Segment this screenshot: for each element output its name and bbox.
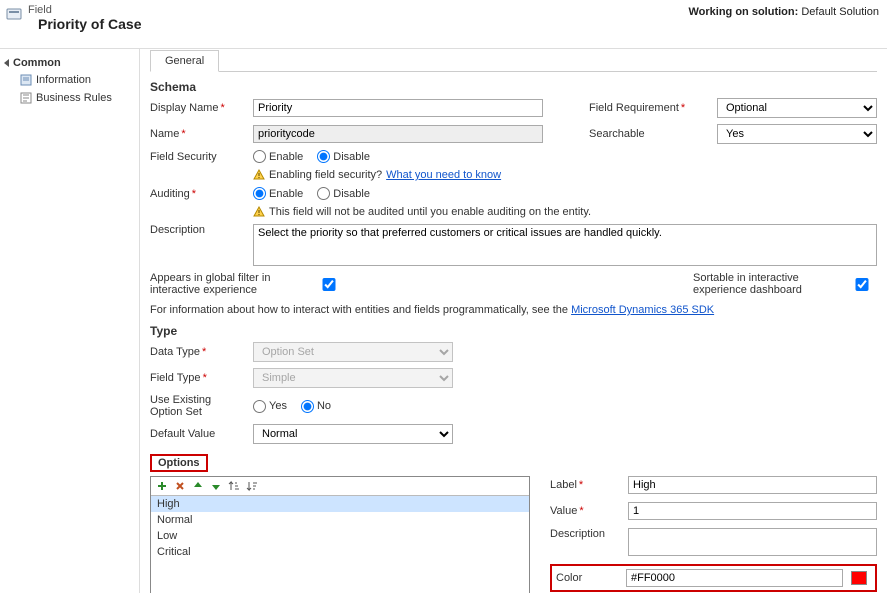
- warning-icon: [253, 169, 265, 181]
- security-warning-text: Enabling field security?: [269, 169, 382, 181]
- solution-indicator: Working on solution: Default Solution: [688, 4, 879, 18]
- section-schema: Schema: [150, 80, 877, 94]
- option-item[interactable]: Low: [151, 528, 529, 544]
- use-existing-no[interactable]: No: [301, 400, 331, 413]
- sort-asc-icon[interactable]: [228, 480, 240, 492]
- sidebar-item-business-rules[interactable]: Business Rules: [4, 89, 135, 107]
- page-header: Field Priority of Case Working on soluti…: [0, 0, 887, 48]
- add-icon[interactable]: [156, 480, 168, 492]
- move-up-icon[interactable]: [192, 480, 204, 492]
- section-options: Options: [150, 454, 208, 472]
- sort-desc-icon[interactable]: [246, 480, 258, 492]
- field-security-label: Field Security: [150, 151, 245, 163]
- main-content: General Schema Display Name Field Requir…: [140, 49, 887, 593]
- option-color-input[interactable]: [626, 569, 843, 587]
- description-textarea[interactable]: [253, 224, 877, 266]
- option-item[interactable]: Critical: [151, 544, 529, 560]
- sortable-checkbox[interactable]: [847, 278, 877, 291]
- option-description-textarea[interactable]: [628, 528, 877, 556]
- searchable-select[interactable]: Yes: [717, 124, 877, 144]
- field-requirement-select[interactable]: Optional: [717, 98, 877, 118]
- options-listbox: High Normal Low Critical: [150, 476, 530, 593]
- option-item[interactable]: Normal: [151, 512, 529, 528]
- tab-general[interactable]: General: [150, 50, 219, 72]
- option-color-label: Color: [556, 572, 618, 584]
- option-value-label: Value: [550, 505, 620, 517]
- security-link[interactable]: What you need to know: [386, 169, 501, 181]
- name-label: Name: [150, 128, 245, 140]
- field-type-label: Field Type: [150, 372, 245, 384]
- data-type-select: Option Set: [253, 342, 453, 362]
- option-properties: Label Value Description Color: [550, 476, 877, 592]
- auditing-disable[interactable]: Disable: [317, 187, 370, 200]
- field-security-disable[interactable]: Disable: [317, 150, 370, 163]
- field-requirement-label: Field Requirement: [589, 102, 709, 114]
- default-value-label: Default Value: [150, 428, 245, 440]
- appears-filter-checkbox[interactable]: [314, 278, 344, 291]
- display-name-label: Display Name: [150, 102, 245, 114]
- option-label-label: Label: [550, 479, 620, 491]
- field-entity-icon: [6, 6, 22, 22]
- default-value-select[interactable]: Normal: [253, 424, 453, 444]
- option-label-input[interactable]: [628, 476, 877, 494]
- entity-type-label: Field: [28, 4, 151, 16]
- use-existing-label: Use Existing Option Set: [150, 394, 245, 418]
- auditing-warning-text: This field will not be audited until you…: [269, 206, 591, 218]
- display-name-input[interactable]: [253, 99, 543, 117]
- data-type-label: Data Type: [150, 346, 245, 358]
- description-label: Description: [150, 224, 245, 236]
- option-description-label: Description: [550, 528, 620, 540]
- sortable-label: Sortable in interactive experience dashb…: [693, 272, 843, 296]
- form-icon: [20, 74, 32, 86]
- section-type: Type: [150, 324, 877, 338]
- page-title: Priority of Case: [28, 16, 151, 42]
- sdk-link[interactable]: Microsoft Dynamics 365 SDK: [571, 304, 714, 316]
- delete-icon[interactable]: [174, 480, 186, 492]
- auditing-enable[interactable]: Enable: [253, 187, 303, 200]
- option-item[interactable]: High: [151, 496, 529, 512]
- move-down-icon[interactable]: [210, 480, 222, 492]
- appears-filter-label: Appears in global filter in interactive …: [150, 272, 310, 296]
- field-type-select: Simple: [253, 368, 453, 388]
- caret-icon: [4, 59, 9, 67]
- auditing-label: Auditing: [150, 188, 245, 200]
- searchable-label: Searchable: [589, 128, 709, 140]
- tab-strip: General: [150, 49, 877, 72]
- field-security-enable[interactable]: Enable: [253, 150, 303, 163]
- sidebar: Common Information Business Rules: [0, 49, 140, 593]
- options-toolbar: [151, 477, 529, 496]
- rules-icon: [20, 92, 32, 104]
- option-value-input[interactable]: [628, 502, 877, 520]
- warning-icon: [253, 206, 265, 218]
- use-existing-yes[interactable]: Yes: [253, 400, 287, 413]
- name-input: [253, 125, 543, 143]
- sidebar-section-common[interactable]: Common: [4, 55, 135, 71]
- sidebar-item-information[interactable]: Information: [4, 71, 135, 89]
- sdk-info: For information about how to interact wi…: [150, 304, 877, 316]
